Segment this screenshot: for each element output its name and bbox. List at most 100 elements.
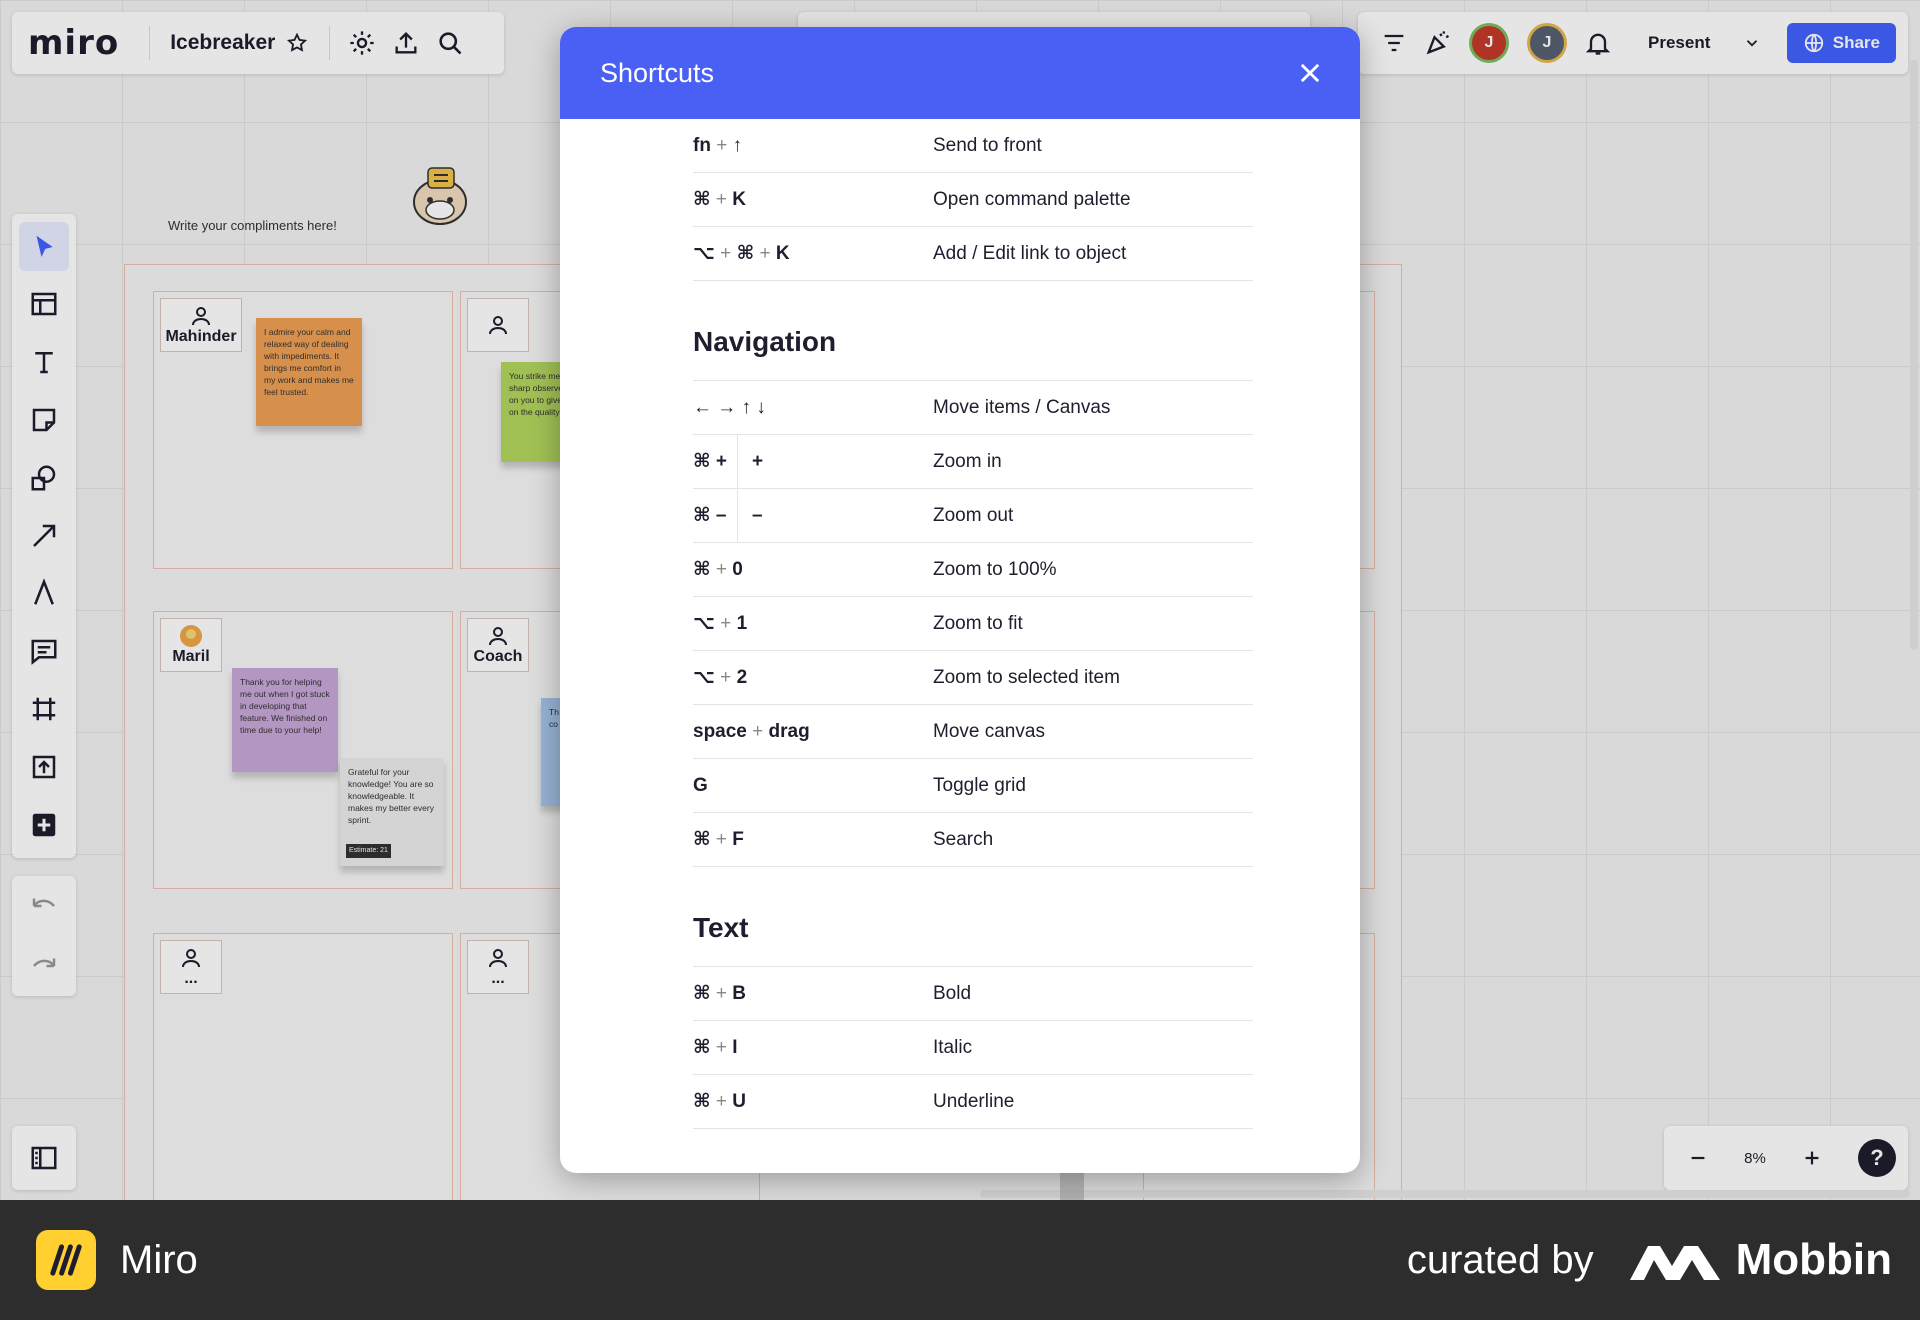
shortcut-row: ⌘ + + Zoom in xyxy=(693,435,1253,489)
shortcut-description: Search xyxy=(933,828,994,850)
horizontal-scrollbar[interactable] xyxy=(980,1190,1910,1198)
shortcut-key: B xyxy=(732,983,747,1004)
miro-app: Write your compliments here! Mahinder I … xyxy=(0,0,1920,1200)
shortcut-keys: space + drag xyxy=(693,721,933,743)
vertical-scrollbar[interactable] xyxy=(1910,60,1918,650)
shortcut-key: ⌘ + xyxy=(693,435,738,488)
plus-separator: + xyxy=(710,1091,733,1112)
shortcut-row: ⌥ + ⌘ + K Add / Edit link to object xyxy=(693,227,1253,281)
shortcut-key: fn xyxy=(693,134,711,156)
shortcut-key: ⌘ xyxy=(736,243,755,264)
shortcut-row: space + drag Move canvas xyxy=(693,705,1253,759)
shortcut-key: I xyxy=(732,1037,738,1058)
shortcut-keys: ⌥ + 1 xyxy=(693,612,933,635)
shortcut-keys: ⌥ + 2 xyxy=(693,666,933,689)
shortcut-row: ⌘ + K Open command palette xyxy=(693,173,1253,227)
footer-bar: Miro curated by Mobbin xyxy=(0,1200,1920,1320)
shortcut-description: Zoom in xyxy=(933,450,1002,472)
shortcut-description: Zoom to fit xyxy=(933,612,1023,634)
curated-by-label: curated by xyxy=(1406,1237,1594,1282)
shortcut-description: Open command palette xyxy=(933,188,1131,210)
shortcut-description: Underline xyxy=(933,1090,1015,1112)
shortcut-key: space xyxy=(693,720,747,742)
shortcut-key: 1 xyxy=(736,613,748,634)
modal-title: Shortcuts xyxy=(600,57,715,88)
shortcut-key: ⌘ xyxy=(693,1091,711,1112)
shortcut-key: ⌘ xyxy=(693,983,711,1004)
shortcut-key: ⌥ xyxy=(693,243,715,264)
shortcut-key: + xyxy=(752,450,764,472)
shortcut-keys: ⌘ – – xyxy=(693,489,933,542)
shortcut-row: ← → ↑ ↓ Move items / Canvas xyxy=(693,381,1253,435)
plus-separator: + xyxy=(714,667,737,688)
shortcut-row: ⌥ + 1 Zoom to fit xyxy=(693,597,1253,651)
close-icon[interactable] xyxy=(1288,51,1332,95)
shortcut-keys: ← → ↑ ↓ xyxy=(693,396,766,418)
general-shortcuts: fn + ↑ Send to front ⌘ + K Open command pal… xyxy=(693,119,1253,281)
brand-name: Miro xyxy=(120,1237,198,1282)
shortcut-row: fn + ↑ Send to front xyxy=(693,119,1253,173)
shortcut-keys: ⌘ + + xyxy=(693,435,933,488)
plus-separator: + xyxy=(754,243,776,264)
shortcut-keys: ⌘ + U xyxy=(693,1090,933,1113)
shortcut-row: ⌘ + F Search xyxy=(693,813,1253,867)
plus-separator: + xyxy=(714,243,737,264)
shortcut-key: K xyxy=(732,189,747,210)
mobbin-icon xyxy=(1629,1246,1720,1280)
shortcuts-list: fn + ↑ Send to front ⌘ + K Open command pal… xyxy=(693,119,1253,1129)
shortcut-key: ⌘ xyxy=(693,559,711,580)
shortcut-row: ⌥ + 2 Zoom to selected item xyxy=(693,651,1253,705)
plus-separator: + xyxy=(710,983,733,1004)
shortcut-key: ⌘ xyxy=(693,1037,711,1058)
shortcut-key: ⌥ xyxy=(693,667,715,688)
shortcut-keys: ⌘ + F xyxy=(693,828,933,851)
shortcut-description: Move canvas xyxy=(933,720,1045,742)
shortcut-description: Move items / Canvas xyxy=(933,396,1111,418)
shortcut-key: ⌘ xyxy=(693,189,711,210)
shortcut-description: Send to front xyxy=(933,134,1042,156)
mobbin-label: Mobbin xyxy=(1735,1235,1892,1284)
shortcut-key: 2 xyxy=(736,667,748,688)
miro-brand-icon xyxy=(36,1230,96,1290)
shortcut-key: F xyxy=(732,829,744,850)
shortcut-keys: G xyxy=(693,774,708,796)
shortcut-key: K xyxy=(775,243,790,264)
shortcut-row: ⌘ + I Italic xyxy=(693,1021,1253,1075)
shortcut-row: ⌘ + 0 Zoom to 100% xyxy=(693,543,1253,597)
shortcut-row: ⌘ – – Zoom out xyxy=(693,489,1253,543)
shortcut-key: ⌘ xyxy=(693,829,711,850)
shortcut-key: ↑ xyxy=(732,134,743,156)
shortcut-description: Zoom to 100% xyxy=(933,558,1057,580)
shortcut-row: ⌘ + B Bold xyxy=(693,967,1253,1021)
shortcut-row: ⌘ + U Underline xyxy=(693,1075,1253,1129)
shortcut-keys: ⌥ + ⌘ + K xyxy=(693,242,933,265)
plus-separator: + xyxy=(710,189,733,210)
shortcut-keys: ⌘ + K xyxy=(693,188,933,211)
section-title-navigation: Navigation xyxy=(693,281,1253,381)
shortcut-description: Toggle grid xyxy=(933,774,1026,796)
shortcut-key: drag xyxy=(768,720,810,742)
shortcut-description: Bold xyxy=(933,982,972,1004)
shortcuts-modal: Shortcuts fn + ↑ Send to front ⌘ + K Open c… xyxy=(560,27,1360,1173)
plus-separator: + xyxy=(710,134,733,156)
modal-header: Shortcuts xyxy=(560,27,1360,119)
shortcut-description: Italic xyxy=(933,1036,973,1058)
shortcut-keys: fn + ↑ xyxy=(693,135,933,157)
shortcut-description: Zoom to selected item xyxy=(933,666,1120,688)
mobbin-logo: Mobbin xyxy=(1629,1235,1892,1285)
shortcut-description: Zoom out xyxy=(933,504,1014,526)
plus-separator: + xyxy=(746,720,769,742)
shortcut-key: ⌥ xyxy=(693,613,715,634)
navigation-shortcuts: ← → ↑ ↓ Move items / Canvas ⌘ + + Zoom in ⌘ –… xyxy=(693,381,1253,867)
shortcut-key: U xyxy=(732,1091,747,1112)
plus-separator: + xyxy=(710,559,733,580)
plus-separator: + xyxy=(710,829,733,850)
shortcut-keys: ⌘ + B xyxy=(693,982,933,1005)
shortcut-row: G Toggle grid xyxy=(693,759,1253,813)
scroll-indicator xyxy=(1060,1172,1084,1200)
shortcut-keys: ⌘ + 0 xyxy=(693,558,933,581)
shortcut-key: ⌘ – xyxy=(693,489,738,542)
shortcut-key: 0 xyxy=(732,559,743,580)
shortcut-description: Add / Edit link to object xyxy=(933,242,1127,264)
shortcut-keys: ⌘ + I xyxy=(693,1036,933,1059)
